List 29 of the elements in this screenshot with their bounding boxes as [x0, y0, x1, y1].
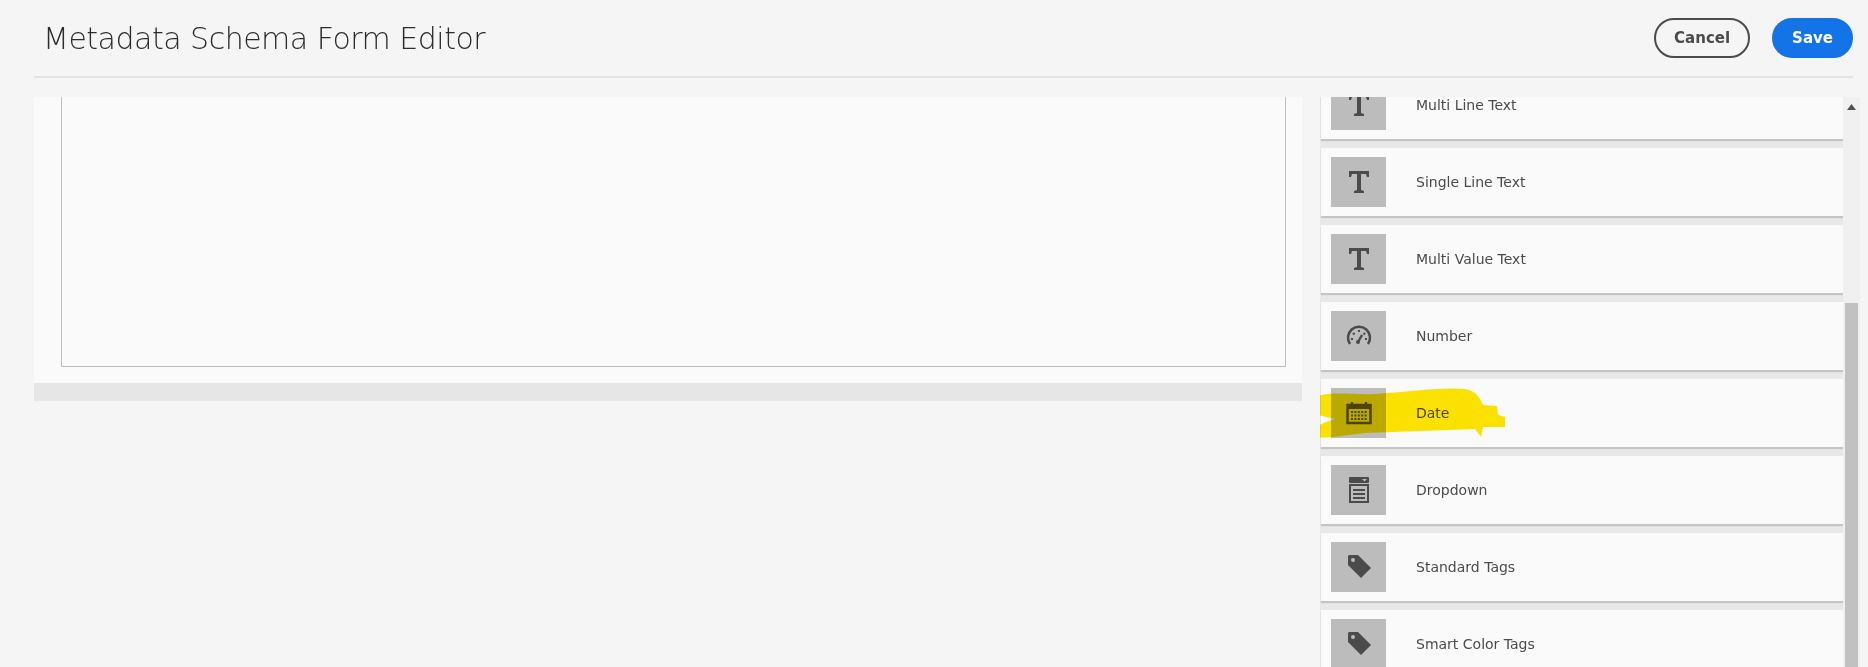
text-icon: [1347, 170, 1370, 194]
scroll-up-icon[interactable]: [1847, 104, 1856, 110]
component-item[interactable]: Date: [1321, 379, 1843, 447]
component-label: Multi Line Text: [1416, 97, 1517, 113]
scroll-thumb[interactable]: [1845, 303, 1858, 667]
tag-icon: [1345, 631, 1372, 657]
component-item[interactable]: Dropdown: [1321, 456, 1843, 524]
text-icon: [1347, 247, 1370, 271]
component-item[interactable]: Multi Value Text: [1321, 225, 1843, 293]
tag-icon: [1345, 554, 1372, 580]
save-button[interactable]: Save: [1772, 18, 1853, 58]
component-label: Smart Color Tags: [1416, 636, 1535, 652]
component-item[interactable]: Single Line Text: [1321, 148, 1843, 216]
component-item[interactable]: Smart Color Tags: [1321, 610, 1843, 667]
component-item[interactable]: Number: [1321, 302, 1843, 370]
component-label: Number: [1416, 328, 1473, 344]
gauge-icon: [1345, 325, 1372, 347]
dropdown-icon: [1347, 476, 1370, 504]
component-label: Dropdown: [1416, 482, 1488, 498]
scrollbar[interactable]: [1843, 97, 1860, 667]
component-item[interactable]: Standard Tags: [1321, 533, 1843, 601]
cancel-button[interactable]: Cancel: [1654, 18, 1751, 58]
page-title: Metadata Schema Form Editor: [42, 20, 486, 56]
component-label: Multi Value Text: [1416, 251, 1526, 267]
component-label: Standard Tags: [1416, 559, 1516, 575]
component-label: Single Line Text: [1416, 174, 1526, 190]
component-item[interactable]: Multi Line Text: [1321, 97, 1843, 139]
component-label: Date: [1416, 405, 1450, 421]
text-icon: [1347, 97, 1370, 117]
